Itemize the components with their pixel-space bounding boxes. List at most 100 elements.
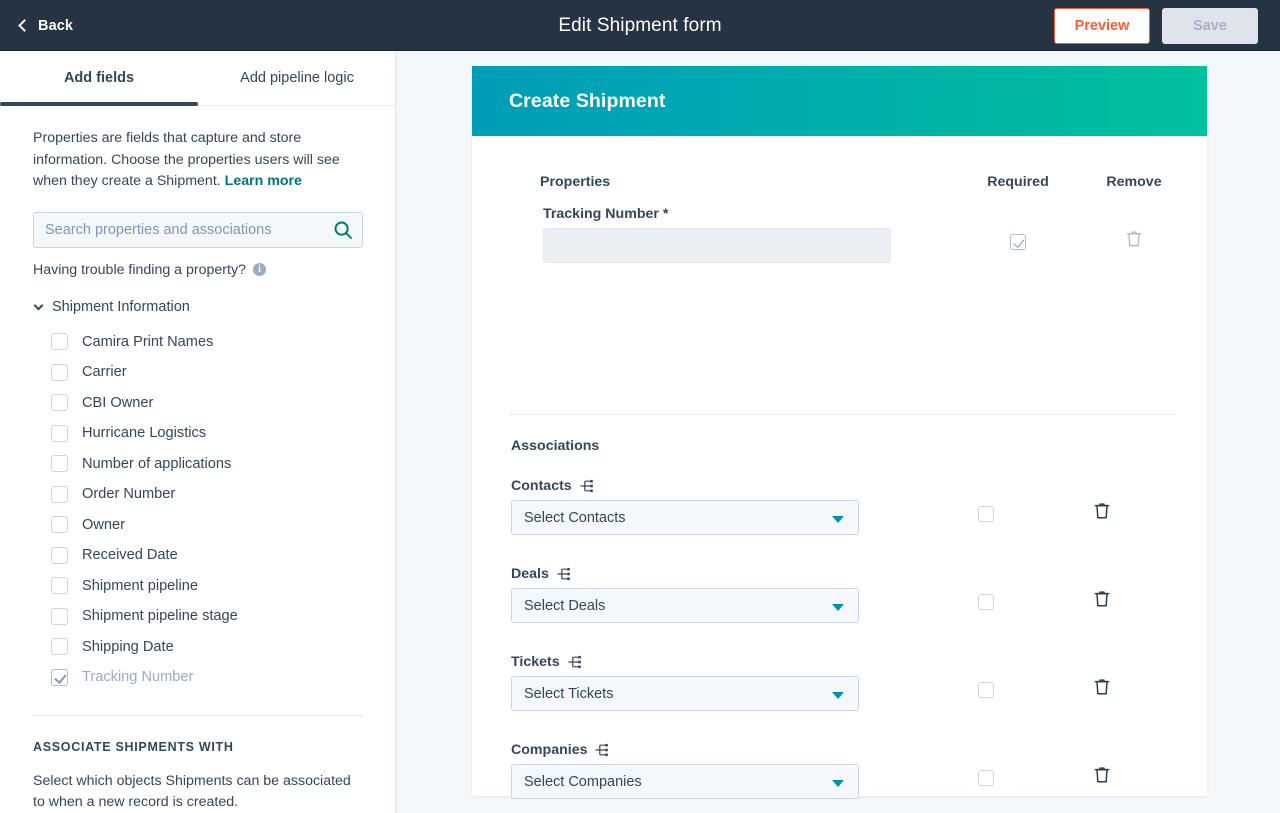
property-label: Order Number (82, 486, 175, 502)
learn-more-link[interactable]: Learn more (225, 173, 302, 189)
chevron-down-icon (832, 604, 844, 611)
required-cell (926, 506, 1046, 522)
field-label: Contacts (511, 478, 594, 494)
field-control: Select Deals (511, 588, 859, 623)
tracking-number-input[interactable] (543, 228, 891, 263)
trash-icon[interactable] (1094, 766, 1110, 784)
search-properties-wrapper (33, 212, 363, 248)
list-item[interactable]: Carrier (33, 357, 362, 388)
trash-icon[interactable] (1094, 678, 1110, 696)
required-checkbox[interactable] (978, 682, 994, 698)
preview-button[interactable]: Preview (1054, 8, 1150, 44)
association-icon (580, 479, 594, 493)
list-item[interactable]: Shipment pipeline stage (33, 601, 362, 632)
form-card-header: Create Shipment (472, 66, 1207, 136)
property-label: Shipping Date (82, 639, 174, 655)
list-item[interactable]: Camira Print Names (33, 327, 362, 358)
tab-add-fields[interactable]: Add fields (0, 51, 198, 105)
property-label: Carrier (82, 364, 127, 380)
table-row: Tracking Number * (504, 206, 1175, 280)
property-checkbox[interactable] (51, 394, 68, 411)
select-contacts[interactable]: Select Contacts (511, 500, 859, 535)
property-label: CBI Owner (82, 395, 153, 411)
required-checkbox[interactable] (978, 770, 994, 786)
select-companies[interactable]: Select Companies (511, 764, 859, 799)
trash-icon[interactable] (1094, 502, 1110, 520)
property-checkbox[interactable] (51, 425, 68, 442)
field-label: Companies (511, 742, 609, 758)
search-input[interactable] (33, 212, 363, 248)
table-row: Tickets Select Tickets (472, 654, 1207, 742)
tab-add-pipeline-logic[interactable]: Add pipeline logic (198, 51, 396, 105)
property-checkbox[interactable] (51, 516, 68, 533)
property-label: Number of applications (82, 456, 231, 472)
sidebar-divider (33, 715, 363, 716)
chevron-down-icon (832, 516, 844, 523)
list-item[interactable]: Tracking Number (33, 662, 362, 693)
property-checkbox[interactable] (51, 547, 68, 564)
property-label: Shipment pipeline (82, 578, 198, 594)
list-item[interactable]: Received Date (33, 540, 362, 571)
select-tickets[interactable]: Select Tickets (511, 676, 859, 711)
sidebar-body: Properties are fields that capture and s… (0, 106, 395, 813)
required-cell (958, 234, 1078, 250)
associations-section-label: Associations (511, 438, 599, 454)
column-header-remove: Remove (1074, 174, 1194, 190)
form-column-headers: Properties Required Remove (504, 160, 1175, 206)
required-checkbox[interactable] (978, 506, 994, 522)
field-label: Deals (511, 566, 571, 582)
property-label: Tracking Number (82, 669, 193, 685)
remove-cell (1042, 678, 1162, 696)
property-label: Hurricane Logistics (82, 425, 206, 441)
property-label: Shipment pipeline stage (82, 608, 238, 624)
remove-cell (1042, 590, 1162, 608)
list-item[interactable]: Shipment pipeline (33, 571, 362, 602)
property-checkbox[interactable] (51, 608, 68, 625)
search-helper-label: Having trouble finding a property? (33, 262, 246, 278)
chevron-down-icon (832, 692, 844, 699)
property-label: Owner (82, 517, 125, 533)
list-item[interactable]: Owner (33, 510, 362, 541)
property-checkbox[interactable] (51, 669, 68, 686)
trash-icon[interactable] (1094, 590, 1110, 608)
property-checkbox[interactable] (51, 486, 68, 503)
list-item[interactable]: Hurricane Logistics (33, 418, 362, 449)
select-placeholder: Select Contacts (524, 510, 626, 526)
required-cell (926, 594, 1046, 610)
sidebar-group-shipment-information[interactable]: Shipment Information (33, 299, 362, 315)
field-label-text: Tickets (511, 654, 560, 670)
form-card-body: Properties Required Remove Tracking Numb… (472, 160, 1207, 280)
property-checkbox[interactable] (51, 638, 68, 655)
associate-shipments-heading: ASSOCIATE SHIPMENTS WITH (33, 740, 362, 754)
list-item[interactable]: Shipping Date (33, 632, 362, 663)
trash-icon[interactable] (1126, 230, 1142, 248)
required-checkbox[interactable] (978, 594, 994, 610)
sidebar-group-label: Shipment Information (52, 299, 190, 315)
select-deals[interactable]: Select Deals (511, 588, 859, 623)
save-button[interactable]: Save (1162, 8, 1258, 44)
property-checkbox[interactable] (51, 333, 68, 350)
field-label-text: Tracking Number * (543, 206, 668, 222)
info-icon[interactable]: i (253, 263, 266, 276)
property-checkbox[interactable] (51, 364, 68, 381)
property-checkbox[interactable] (51, 577, 68, 594)
search-icon[interactable] (333, 220, 353, 240)
association-icon (595, 743, 609, 757)
field-control: Select Contacts (511, 500, 859, 535)
list-item[interactable]: Number of applications (33, 449, 362, 480)
associate-shipments-description: Select which objects Shipments can be as… (33, 771, 363, 813)
list-item[interactable]: CBI Owner (33, 388, 362, 419)
back-button-label: Back (38, 18, 73, 34)
left-sidebar: Add fields Add pipeline logic Properties… (0, 51, 396, 813)
table-row: Contacts Select Contacts (472, 478, 1207, 566)
property-label: Received Date (82, 547, 178, 563)
form-card: Create Shipment Properties Required Remo… (472, 66, 1207, 796)
property-checkbox[interactable] (51, 455, 68, 472)
chevron-left-icon (18, 19, 31, 32)
required-checkbox[interactable] (1010, 234, 1026, 250)
column-header-required: Required (958, 174, 1078, 190)
chevron-down-icon (832, 780, 844, 787)
select-placeholder: Select Companies (524, 774, 642, 790)
back-button[interactable]: Back (20, 0, 73, 51)
list-item[interactable]: Order Number (33, 479, 362, 510)
